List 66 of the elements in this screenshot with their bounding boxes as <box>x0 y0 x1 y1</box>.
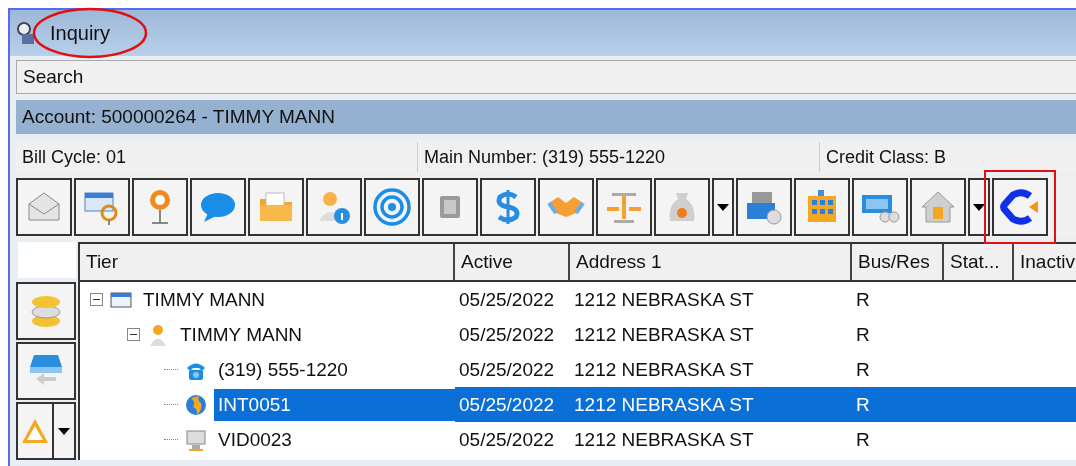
toolbar-button[interactable] <box>596 178 652 236</box>
toolbar-button[interactable] <box>306 178 362 236</box>
toolbar-button[interactable] <box>190 178 246 236</box>
column-header[interactable]: Bus/Res <box>852 244 944 280</box>
tree-line <box>164 369 178 370</box>
table-cell-text: R <box>855 393 871 416</box>
globe-icon <box>184 392 208 417</box>
search-menu[interactable]: Search <box>16 60 1076 94</box>
column-header[interactable]: Stat... <box>944 244 1014 280</box>
account-header: Account: 500000264 - TIMMY MANN <box>16 100 1076 134</box>
table-cell-text: 05/25/2022 <box>458 288 556 311</box>
collapse-toggle[interactable] <box>90 293 103 306</box>
dropdown-button[interactable] <box>54 402 76 460</box>
toolbar-button[interactable] <box>132 178 188 236</box>
info-field: Bill Cycle: 01 <box>16 142 418 172</box>
toolbar-button[interactable] <box>16 178 72 236</box>
table-cell-text: 05/25/2022 <box>458 323 556 346</box>
tree-line <box>164 439 178 440</box>
tree-line <box>164 404 178 405</box>
tree-item[interactable]: TIMMY MANN <box>139 283 455 316</box>
target-icon <box>372 187 412 227</box>
toolbar-button[interactable] <box>910 178 966 236</box>
dropdown-button[interactable] <box>712 178 734 236</box>
info-field: Main Number: (319) 555-1220 <box>418 142 820 172</box>
table-cell-text: R <box>855 323 871 346</box>
toolbar-button[interactable] <box>654 178 710 236</box>
table-cell-text: 05/25/2022 <box>458 393 556 416</box>
table-cell-text: 1212 NEBRASKA ST <box>573 288 755 311</box>
table-cell-text: R <box>855 428 871 451</box>
toolbar-button[interactable] <box>364 178 420 236</box>
column-header[interactable]: Address 1 <box>570 244 852 280</box>
toolbar-button[interactable] <box>480 178 536 236</box>
column-header[interactable]: Tier <box>80 244 455 280</box>
toolbar-button[interactable] <box>852 178 908 236</box>
tree-item[interactable]: INT0051 <box>214 388 455 421</box>
column-header[interactable]: Inactiv <box>1014 244 1076 280</box>
table-cell-text: 05/25/2022 <box>458 358 556 381</box>
table-cell-text: R <box>855 358 871 381</box>
toolbar-button[interactable] <box>248 178 304 236</box>
collapse-toggle[interactable] <box>127 328 140 341</box>
table-cell-text: R <box>855 288 871 311</box>
toolbar-button[interactable] <box>422 178 478 236</box>
tree-item[interactable]: TIMMY MANN <box>176 318 455 351</box>
side-button[interactable] <box>16 282 76 340</box>
table-cell-text: 1212 NEBRASKA ST <box>573 323 755 346</box>
warning-button[interactable] <box>16 402 54 460</box>
dropdown-button[interactable] <box>968 178 990 236</box>
tree-item[interactable]: VID0023 <box>214 423 455 456</box>
table-cell-text: 05/25/2022 <box>458 428 556 451</box>
caret-icon <box>717 203 729 211</box>
logo-icon <box>1000 187 1040 227</box>
info-field: Credit Class: B <box>820 142 947 172</box>
toolbar-button[interactable] <box>74 178 130 236</box>
toolbar-button[interactable] <box>794 178 850 236</box>
side-button[interactable] <box>16 342 76 400</box>
toolbar-button[interactable] <box>736 178 792 236</box>
window-title: Inquiry <box>50 21 111 45</box>
caret-icon <box>58 427 70 435</box>
table-cell-text: 1212 NEBRASKA ST <box>573 358 755 381</box>
table-cell-text: 1212 NEBRASKA ST <box>573 428 755 451</box>
table-cell-text: 1212 NEBRASKA ST <box>573 393 755 416</box>
column-header[interactable]: Active <box>455 244 570 280</box>
tree-item[interactable]: (319) 555-1220 <box>214 353 455 386</box>
monitor-icon <box>184 427 208 452</box>
toolbar-button[interactable] <box>538 178 594 236</box>
app-icon <box>16 21 36 45</box>
